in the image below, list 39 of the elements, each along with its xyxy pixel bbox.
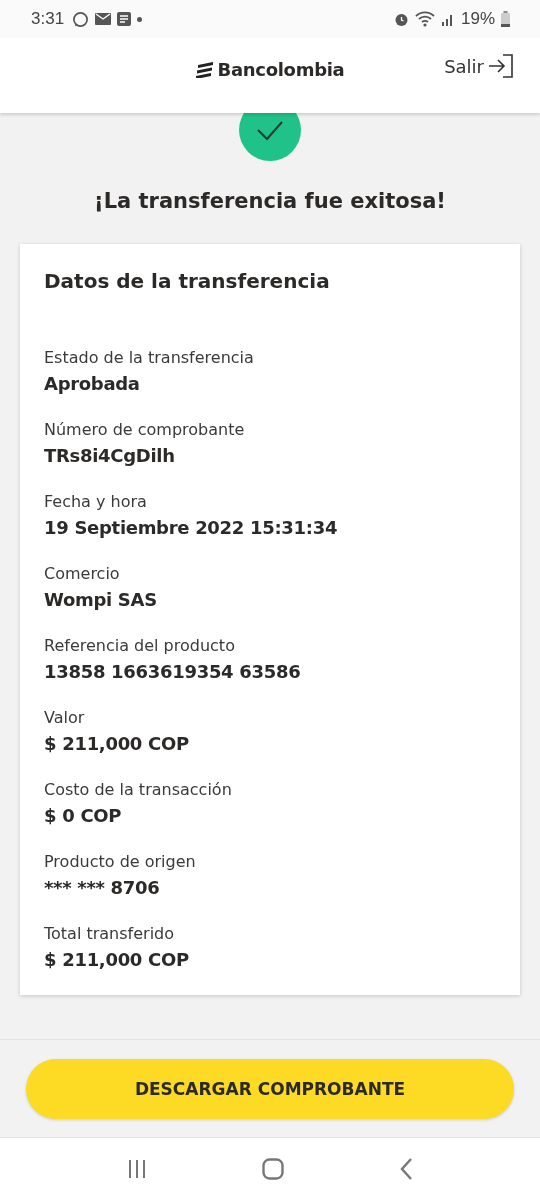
field-label: Producto de origen (44, 851, 197, 873)
signal-icon (440, 12, 455, 26)
field-value: Aprobada (44, 372, 141, 396)
field-value: Wompi SAS (44, 588, 158, 612)
battery-icon (501, 11, 510, 27)
brand-name: Bancolombia (217, 59, 345, 80)
field-value: 19 Septiembre 2022 15:31:34 (44, 516, 339, 540)
logout-icon (488, 54, 514, 78)
field-label: Referencia del producto (44, 635, 236, 657)
field-label: Total transferido (44, 923, 176, 945)
field-label: Estado de la transferencia (44, 347, 255, 369)
status-time: 3:31 (31, 9, 65, 29)
recent-apps-icon[interactable] (127, 1159, 148, 1179)
field-label: Número de comprobante (44, 419, 246, 441)
logo-icon (195, 61, 214, 78)
field-label: Costo de la transacción (44, 779, 233, 801)
success-check-icon (239, 113, 301, 161)
field-label: Comercio (44, 563, 121, 585)
dot-icon (137, 16, 143, 22)
card-title: Datos de la transferencia (44, 268, 331, 295)
alarm-icon (393, 11, 409, 27)
field-value: *** *** 8706 (44, 876, 161, 900)
home-icon[interactable] (262, 1158, 284, 1180)
wifi-icon (414, 11, 435, 27)
battery-percent: 19% (460, 9, 495, 29)
field-label: Fecha y hora (44, 491, 148, 513)
download-button[interactable]: DESCARGAR COMPROBANTE (26, 1058, 514, 1119)
chat-icon (72, 10, 90, 28)
field-value: $ 0 COP (44, 804, 123, 828)
message-icon (117, 12, 132, 26)
mail-icon (95, 13, 112, 25)
back-icon[interactable] (398, 1158, 413, 1180)
success-message: ¡La transferencia fue exitosa! (93, 188, 447, 215)
field-label: Valor (44, 707, 86, 729)
field-value: TRs8i4CgDilh (44, 444, 176, 468)
field-value: $ 211,000 COP (44, 732, 190, 756)
logout-button[interactable]: Salir (444, 54, 514, 78)
field-value: $ 211,000 COP (44, 948, 190, 972)
field-value: 13858 1663619354 63586 (44, 660, 302, 684)
